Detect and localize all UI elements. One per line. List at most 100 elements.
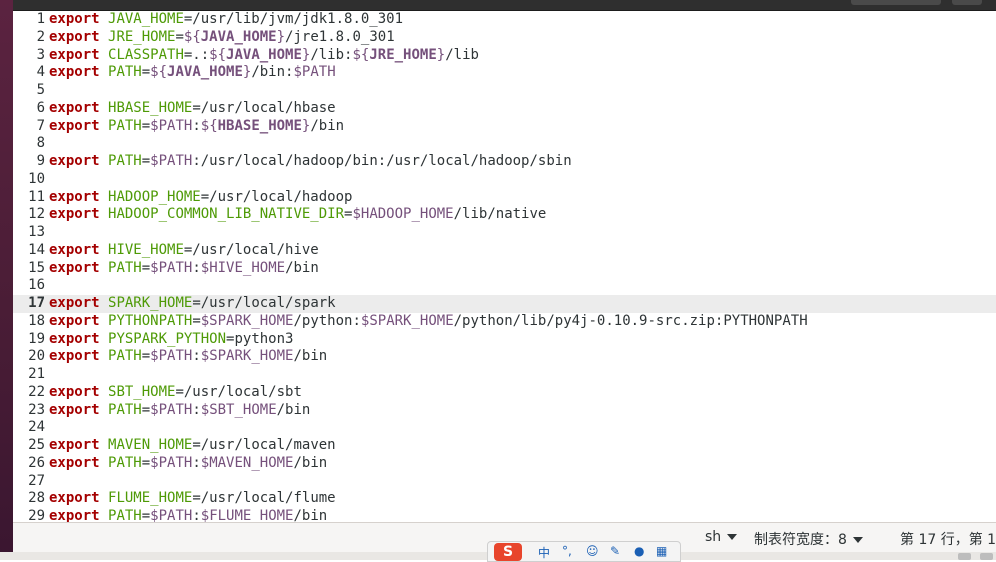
code-line[interactable]: 26 export PATH=$PATH:$MAVEN_HOME/bin — [13, 455, 996, 473]
emoji-icon[interactable]: ☺ — [586, 544, 599, 558]
code-token: =/usr/local/spark — [192, 295, 336, 311]
code-line[interactable]: 13 — [13, 224, 996, 242]
code-token: export — [49, 383, 100, 400]
sogou-logo-icon[interactable]: S — [494, 543, 522, 561]
code-line[interactable]: 16 — [13, 277, 996, 295]
skin-icon[interactable]: ✎ — [610, 544, 620, 558]
code-token: PATH — [108, 64, 142, 81]
code-token: /bin — [293, 508, 328, 522]
line-number: 2 — [36, 28, 45, 45]
code-token: : — [192, 348, 201, 365]
code-line[interactable]: 1 export JAVA_HOME=/usr/lib/jvm/jdk1.8.0_… — [13, 11, 996, 29]
line-number: 27 — [28, 472, 45, 489]
code-line[interactable]: 5 — [13, 82, 996, 100]
tray-icon[interactable] — [958, 553, 971, 560]
code-token: /bin — [276, 401, 311, 418]
code-token: :/usr/local/hadoop/bin:/usr/local/hadoop… — [192, 153, 572, 169]
code-token: = — [141, 259, 151, 276]
code-line[interactable]: 15 export PATH=$PATH:$HIVE_HOME/bin — [13, 260, 996, 278]
code-line[interactable]: 27 — [13, 473, 996, 491]
code-line[interactable]: 18 export PYTHONPATH=$SPARK_HOME/python:$… — [13, 313, 996, 331]
code-token: =.: — [183, 46, 210, 63]
code-token: /bin — [293, 348, 328, 365]
punctuation-icon[interactable]: °, — [562, 544, 572, 558]
code-token: : — [192, 259, 201, 276]
code-token: PATH — [108, 401, 142, 418]
line-number: 25 — [28, 437, 45, 453]
language-selector[interactable]: sh — [705, 529, 738, 545]
text-editor[interactable]: 1 export JAVA_HOME=/usr/lib/jvm/jdk1.8.0_… — [13, 11, 996, 522]
header-menu-button[interactable] — [952, 0, 982, 5]
tab-width-selector[interactable]: 制表符宽度：8 — [754, 529, 863, 549]
code-token: PYTHONPATH — [108, 312, 193, 329]
code-token: $MAVEN_HOME — [200, 454, 294, 471]
ime-mode-toggle[interactable]: 中 — [538, 544, 550, 561]
code-line[interactable]: 24 — [13, 419, 996, 437]
code-line[interactable]: 22 export SBT_HOME=/usr/local/sbt — [13, 384, 996, 402]
code-line[interactable]: 19 export PYSPARK_PYTHON=python3 — [13, 331, 996, 349]
code-line[interactable]: 8 — [13, 135, 996, 153]
code-token: $HADOOP_HOME — [352, 206, 454, 223]
code-token: ${ — [183, 28, 201, 45]
code-token: HBASE_HOME — [108, 99, 193, 116]
code-token: $FLUME_HOME — [200, 508, 294, 522]
code-line[interactable]: 14 export HIVE_HOME=/usr/local/hive — [13, 242, 996, 260]
code-token: export — [49, 241, 100, 258]
code-line[interactable]: 11 export HADOOP_HOME=/usr/local/hadoop — [13, 189, 996, 207]
code-line[interactable]: 29 export PATH=$PATH:$FLUME_HOME/bin — [13, 508, 996, 522]
code-token: export — [49, 348, 100, 365]
code-line[interactable]: 20 export PATH=$PATH:$SPARK_HOME/bin — [13, 348, 996, 366]
code-token: ${ — [200, 117, 218, 134]
tray-icon[interactable] — [980, 553, 993, 560]
code-token: =/usr/local/flume — [192, 490, 336, 507]
line-number: 3 — [36, 46, 45, 63]
line-number: 24 — [28, 419, 45, 436]
code-line[interactable]: 2 export JRE_HOME=${JAVA_HOME}/jre1.8.0_3… — [13, 29, 996, 47]
keyboard-icon[interactable]: ▦ — [656, 544, 667, 558]
code-token: ${ — [352, 46, 370, 63]
line-number: 16 — [28, 277, 45, 294]
code-line[interactable]: 7 export PATH=$PATH:${HBASE_HOME}/bin — [13, 118, 996, 136]
code-line[interactable]: 28 export FLUME_HOME=/usr/local/flume — [13, 490, 996, 508]
code-line[interactable]: 10 — [13, 171, 996, 189]
code-token: ${ — [209, 46, 227, 63]
cursor-position[interactable]: 第 17 行，第 17 — [900, 529, 996, 549]
code-token: /lib/native — [453, 206, 547, 223]
microphone-icon[interactable]: ● — [634, 544, 644, 558]
code-token: PATH — [108, 117, 142, 134]
code-token: $PATH — [150, 508, 193, 522]
code-token: $HIVE_HOME — [200, 259, 286, 276]
code-line[interactable]: 17 export SPARK_HOME=/usr/local/spark — [13, 295, 996, 313]
code-line[interactable]: 21 — [13, 366, 996, 384]
code-line[interactable]: 6 export HBASE_HOME=/usr/local/hbase — [13, 100, 996, 118]
code-token: =/usr/local/sbt — [175, 383, 302, 400]
code-line[interactable]: 3 export CLASSPATH=.:${JAVA_HOME}/lib:${J… — [13, 47, 996, 65]
code-token: JAVA_HOME — [226, 46, 302, 63]
code-line[interactable]: 23 export PATH=$PATH:$SBT_HOME/bin — [13, 402, 996, 420]
code-token: $PATH — [150, 348, 193, 365]
code-token: /bin: — [251, 64, 294, 81]
code-line[interactable]: 9 export PATH=$PATH:/usr/local/hadoop/bin… — [13, 153, 996, 171]
code-line[interactable]: 25 export MAVEN_HOME=/usr/local/maven — [13, 437, 996, 455]
code-line[interactable]: 12 export HADOOP_COMMON_LIB_NATIVE_DIR=$H… — [13, 206, 996, 224]
code-line[interactable]: 4 export PATH=${JAVA_HOME}/bin:$PATH — [13, 64, 996, 82]
code-token: export — [49, 188, 100, 205]
code-token: = — [141, 401, 151, 418]
code-token: HADOOP_HOME — [108, 188, 201, 205]
code-token: PATH — [108, 259, 142, 276]
code-token: HADOOP_COMMON_LIB_NATIVE_DIR — [108, 206, 345, 223]
chevron-down-icon — [852, 537, 863, 543]
input-method-toolbar[interactable]: S 中 °, ☺ ✎ ● ▦ — [487, 541, 681, 562]
header-button[interactable] — [851, 0, 941, 5]
line-number: 5 — [36, 82, 45, 98]
code-token: MAVEN_HOME — [108, 437, 193, 453]
